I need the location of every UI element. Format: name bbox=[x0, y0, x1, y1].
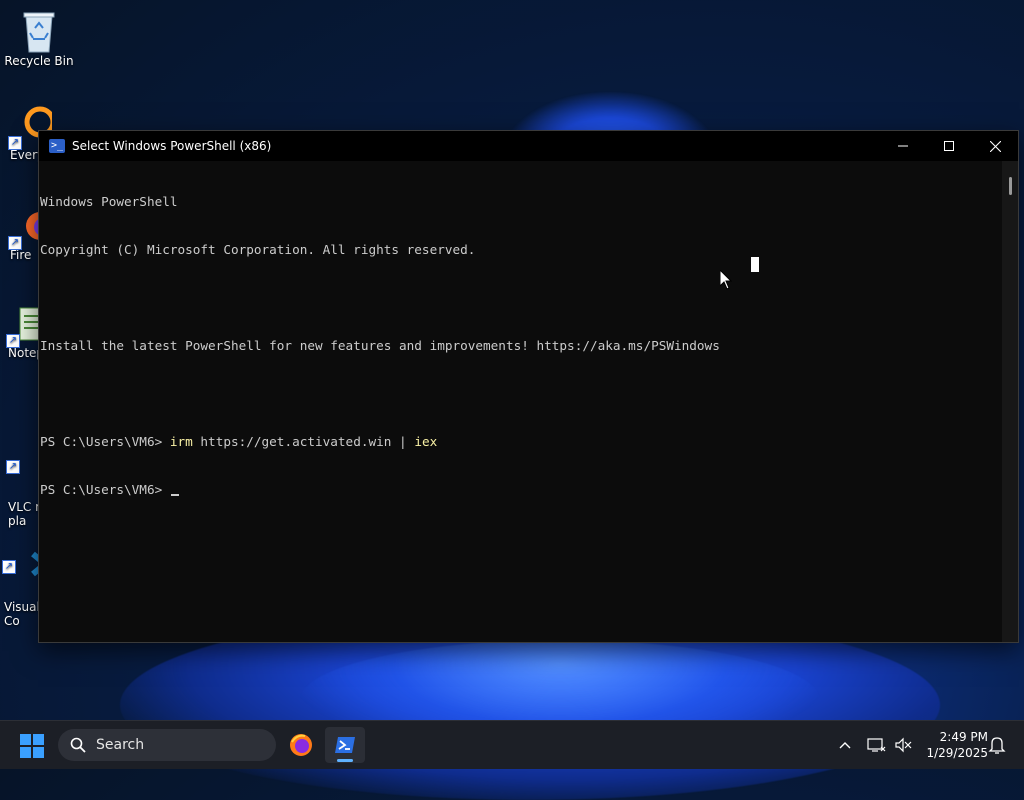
network-icon bbox=[867, 738, 886, 752]
shortcut-arrow-icon: ↗ bbox=[8, 136, 22, 150]
scrollbar-thumb[interactable] bbox=[1009, 177, 1012, 195]
command-name: irm bbox=[169, 434, 193, 449]
shortcut-arrow-icon: ↗ bbox=[6, 334, 20, 348]
desktop-icon-recycle-bin[interactable]: Recycle Bin bbox=[0, 8, 78, 68]
search-label: Search bbox=[96, 737, 145, 753]
console-line: Copyright (C) Microsoft Corporation. All… bbox=[40, 242, 476, 257]
pipe-command-name: iex bbox=[414, 434, 438, 449]
console-line: Windows PowerShell bbox=[40, 194, 178, 209]
volume-muted-icon bbox=[895, 737, 912, 753]
search-icon bbox=[70, 737, 86, 753]
command-args: https://get.activated.win | bbox=[192, 434, 415, 449]
console-line: Install the latest PowerShell for new fe… bbox=[40, 338, 720, 353]
close-button[interactable] bbox=[972, 131, 1018, 161]
active-app-indicator bbox=[337, 759, 353, 762]
bell-icon bbox=[988, 737, 1006, 754]
windows-logo-icon bbox=[20, 734, 31, 745]
vertical-scrollbar[interactable] bbox=[1002, 161, 1018, 642]
shortcut-arrow-icon: ↗ bbox=[6, 460, 20, 474]
console-command-line: PS C:\Users\VM6> irm https://get.activat… bbox=[40, 434, 1002, 450]
chevron-up-icon bbox=[839, 742, 851, 749]
shortcut-arrow-icon: ↗ bbox=[2, 560, 16, 574]
prompt: PS C:\Users\VM6> bbox=[40, 482, 170, 497]
network-status-button[interactable] bbox=[866, 721, 886, 769]
firefox-icon bbox=[290, 734, 312, 756]
shortcut-arrow-icon: ↗ bbox=[8, 236, 22, 250]
window-title: Select Windows PowerShell (x86) bbox=[72, 139, 272, 153]
mouse-pointer-icon bbox=[719, 268, 733, 294]
selection-cursor-icon bbox=[751, 257, 759, 272]
clock-time: 2:49 PM bbox=[939, 730, 988, 744]
prompt: PS C:\Users\VM6> bbox=[40, 434, 170, 449]
powershell-icon bbox=[335, 737, 355, 753]
taskbar-clock[interactable]: 2:49 PM 1/29/2025 bbox=[918, 729, 988, 761]
recycle-bin-icon bbox=[18, 8, 60, 53]
window-titlebar[interactable]: >_ Select Windows PowerShell (x86) bbox=[39, 131, 1018, 161]
start-button[interactable] bbox=[20, 734, 44, 758]
clock-date: 1/29/2025 bbox=[926, 746, 988, 760]
desktop-icon-label: Recycle Bin bbox=[4, 54, 74, 68]
console-prompt-line[interactable]: PS C:\Users\VM6> bbox=[40, 482, 1002, 498]
text-cursor bbox=[170, 494, 179, 496]
notifications-button[interactable] bbox=[988, 735, 1006, 755]
taskbar-powershell-button[interactable] bbox=[325, 727, 365, 763]
minimize-button[interactable] bbox=[880, 131, 926, 161]
maximize-button[interactable] bbox=[926, 131, 972, 161]
taskbar-firefox-button[interactable] bbox=[281, 727, 321, 763]
powershell-window[interactable]: >_ Select Windows PowerShell (x86) Windo… bbox=[38, 130, 1019, 643]
taskbar: Search 2:49 PM 1/29/2025 bbox=[0, 720, 1024, 769]
console-output[interactable]: Windows PowerShell Copyright (C) Microso… bbox=[39, 161, 1002, 642]
powershell-icon: >_ bbox=[49, 139, 65, 153]
volume-button[interactable] bbox=[894, 721, 912, 769]
show-hidden-icons-button[interactable] bbox=[836, 721, 854, 769]
taskbar-search-box[interactable]: Search bbox=[58, 729, 276, 761]
